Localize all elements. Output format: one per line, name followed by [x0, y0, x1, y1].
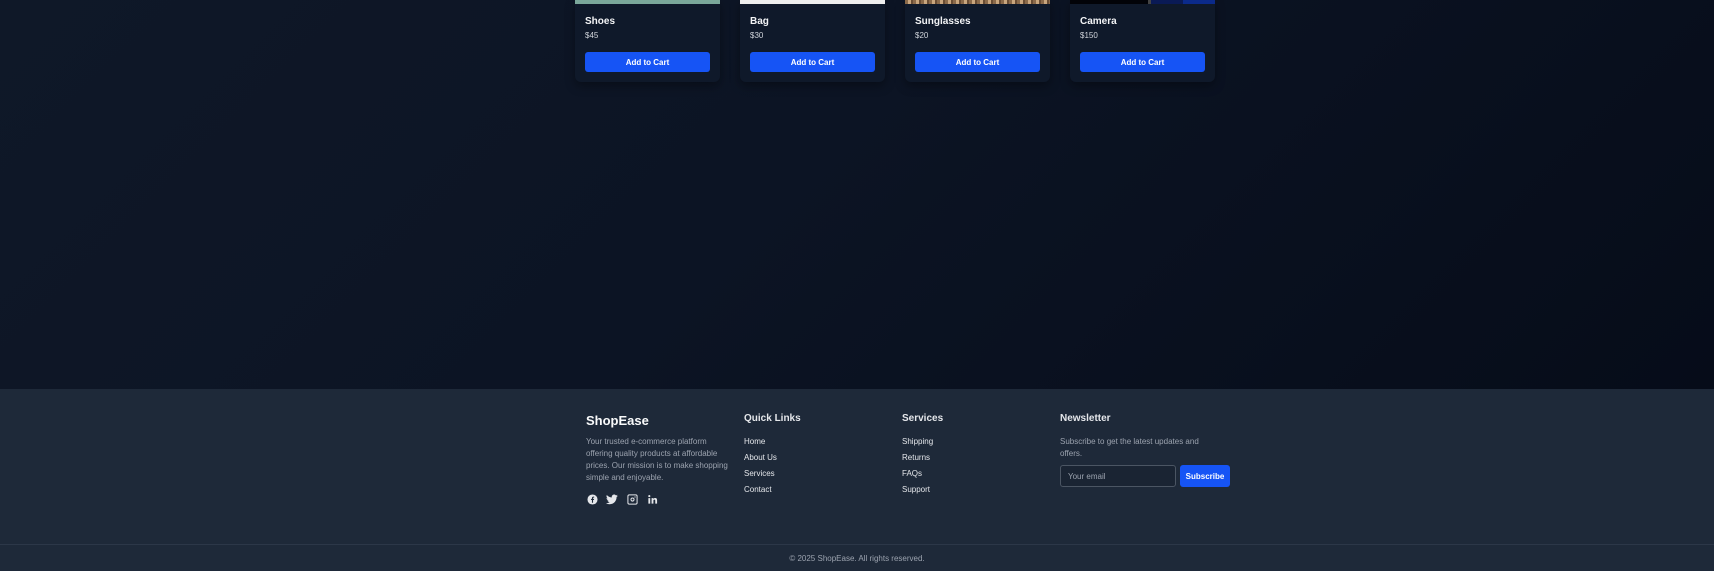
facebook-icon[interactable]	[586, 493, 598, 505]
footer-link-services[interactable]: Services	[744, 468, 777, 484]
add-to-cart-button[interactable]: Add to Cart	[915, 52, 1040, 72]
footer-quick-links-column: Quick Links Home About Us Services Conta…	[744, 413, 894, 494]
footer-link-returns[interactable]: Returns	[902, 452, 933, 468]
footer-link-contact[interactable]: Contact	[744, 484, 777, 500]
add-to-cart-button[interactable]: Add to Cart	[750, 52, 875, 72]
footer-services-column: Services Shipping Returns FAQs Support	[902, 413, 1052, 494]
product-price: $45	[585, 31, 599, 40]
services-list: Shipping Returns FAQs Support	[902, 436, 933, 500]
product-image-bag[interactable]	[740, 0, 885, 4]
footer: ShopEase Your trusted e-commerce platfor…	[0, 389, 1714, 571]
product-price: $30	[750, 31, 764, 40]
newsletter-title: Newsletter	[1060, 413, 1111, 424]
linkedin-icon[interactable]	[646, 493, 658, 505]
product-name[interactable]: Shoes	[585, 16, 615, 27]
footer-about-column: ShopEase Your trusted e-commerce platfor…	[586, 413, 736, 505]
footer-newsletter-column: Newsletter Subscribe to get the latest u…	[1060, 413, 1240, 487]
product-card-sunglasses[interactable]: Sunglasses $20 Add to Cart	[905, 0, 1050, 82]
product-price: $150	[1080, 31, 1098, 40]
quick-links-list: Home About Us Services Contact	[744, 436, 777, 500]
main-content: Shoes $45 Add to Cart Bag $30 Add to Car…	[0, 0, 1714, 389]
footer-link-faqs[interactable]: FAQs	[902, 468, 933, 484]
product-image-camera[interactable]	[1070, 0, 1215, 4]
product-name[interactable]: Bag	[750, 16, 769, 27]
newsletter-text: Subscribe to get the latest updates and …	[1060, 437, 1199, 458]
footer-link-home[interactable]: Home	[744, 436, 777, 452]
services-title: Services	[902, 413, 944, 424]
subscribe-button[interactable]: Subscribe	[1180, 465, 1230, 487]
add-to-cart-button[interactable]: Add to Cart	[1080, 52, 1205, 72]
product-image-shoes[interactable]	[575, 0, 720, 4]
newsletter-email-input[interactable]	[1060, 465, 1176, 487]
quick-links-title: Quick Links	[744, 413, 801, 424]
product-card-shoes[interactable]: Shoes $45 Add to Cart	[575, 0, 720, 82]
product-name[interactable]: Sunglasses	[915, 16, 971, 27]
product-grid: Shoes $45 Add to Cart Bag $30 Add to Car…	[575, 0, 1215, 82]
product-card-camera[interactable]: Camera $150 Add to Cart	[1070, 0, 1215, 82]
add-to-cart-button[interactable]: Add to Cart	[585, 52, 710, 72]
instagram-icon[interactable]	[626, 493, 638, 505]
footer-about-text: Your trusted e-commerce platform offerin…	[586, 437, 728, 482]
footer-link-shipping[interactable]: Shipping	[902, 436, 933, 452]
social-links	[586, 493, 658, 505]
product-name[interactable]: Camera	[1080, 16, 1117, 27]
product-price: $20	[915, 31, 929, 40]
footer-link-about-us[interactable]: About Us	[744, 452, 777, 468]
footer-brand: ShopEase	[586, 413, 649, 428]
product-card-bag[interactable]: Bag $30 Add to Cart	[740, 0, 885, 82]
twitter-icon[interactable]	[606, 493, 618, 505]
camera-lens-detail	[1148, 0, 1151, 4]
footer-divider	[0, 544, 1714, 545]
copyright-text: © 2025 ShopEase. All rights reserved.	[789, 554, 925, 563]
footer-link-support[interactable]: Support	[902, 484, 933, 500]
product-image-sunglasses[interactable]	[905, 0, 1050, 4]
